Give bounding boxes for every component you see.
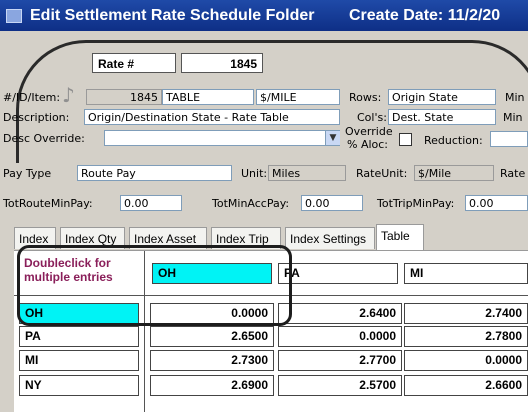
row-header[interactable]: MI <box>19 350 139 371</box>
table-cell[interactable]: 0.0000 <box>404 350 528 371</box>
table-cell[interactable]: 2.6600 <box>404 375 528 396</box>
table-cell[interactable]: 2.6400 <box>278 303 402 324</box>
table-cell[interactable]: 0.0000 <box>278 326 402 347</box>
description-field[interactable]: Origin/Destination State - Rate Table <box>84 109 340 125</box>
table-cell[interactable]: 2.6500 <box>150 326 274 347</box>
desc-override-select[interactable] <box>104 130 340 146</box>
rate-label-box: Rate # <box>92 53 176 73</box>
column-header[interactable]: OH <box>152 263 272 284</box>
table-cell[interactable]: 2.7300 <box>150 350 274 371</box>
tab-index-asset[interactable]: Index Asset <box>129 227 207 249</box>
row-header[interactable]: NY <box>19 375 139 396</box>
grid-divider <box>144 251 145 412</box>
id-item-label: #/ID/Item: <box>3 91 61 104</box>
hint-line-2: multiple entries <box>24 270 113 284</box>
create-date: Create Date: 11/2/20 <box>349 7 501 24</box>
override-label-2: % Aloc: <box>347 138 389 151</box>
table-cell[interactable]: 2.5700 <box>278 375 402 396</box>
rate-table-grid: Doubleclick for multiple entries OH PA M… <box>14 245 528 412</box>
rows-label: Rows: <box>349 91 382 104</box>
column-header[interactable]: MI <box>404 263 528 284</box>
unit-field: Miles <box>268 165 346 181</box>
tab-index-trip[interactable]: Index Trip <box>211 227 281 249</box>
rows-field[interactable]: Origin State <box>388 89 496 105</box>
cols-label: Col's: <box>357 111 387 124</box>
desc-override-label: Desc Override: <box>3 132 85 145</box>
reduction-field[interactable] <box>490 131 528 147</box>
unit-code-field[interactable]: $/MILE <box>256 89 340 105</box>
min-label-1: Min <box>505 91 525 104</box>
doubleclick-hint: Doubleclick for multiple entries <box>24 256 144 284</box>
hint-line-1: Doubleclick for <box>24 256 111 270</box>
music-note-icon: ♪ <box>62 83 75 107</box>
table-cell[interactable]: 2.6900 <box>150 375 274 396</box>
cols-field[interactable]: Dest. State <box>388 109 496 125</box>
tot-min-acc-pay-label: TotMinAccPay: <box>212 197 290 210</box>
tot-min-acc-pay-field[interactable]: 0.00 <box>301 195 363 211</box>
pay-type-field[interactable]: Route Pay <box>77 165 232 181</box>
tab-index-settings[interactable]: Index Settings <box>285 227 375 249</box>
title-bar: Edit Settlement Rate Schedule Folder Cre… <box>0 0 528 31</box>
table-cell[interactable]: 2.7800 <box>404 326 528 347</box>
pay-type-label: Pay Type <box>3 167 52 180</box>
table-cell[interactable]: 2.7700 <box>278 350 402 371</box>
rate-unit-label: RateUnit: <box>356 167 408 180</box>
tab-table[interactable]: Table <box>376 224 424 250</box>
id-field: 1845 <box>86 89 162 105</box>
tot-route-min-pay-label: TotRouteMinPay: <box>3 197 93 210</box>
chevron-down-icon[interactable]: ▼ <box>325 131 340 145</box>
tab-index-qty[interactable]: Index Qty <box>60 227 125 249</box>
rate-number-field[interactable]: 1845 <box>181 53 263 73</box>
grid-divider <box>14 295 528 296</box>
table-cell[interactable]: 0.0000 <box>150 303 274 324</box>
app-icon <box>6 9 22 23</box>
rate-label-cut: Rate <box>500 167 526 180</box>
tot-route-min-pay-field[interactable]: 0.00 <box>120 195 182 211</box>
min-label-2: Min <box>503 111 523 124</box>
description-label: Description: <box>3 111 70 124</box>
tot-trip-min-pay-label: TotTripMinPay: <box>377 197 455 210</box>
unit-label: Unit: <box>241 167 268 180</box>
tot-trip-min-pay-field[interactable]: 0.00 <box>465 195 528 211</box>
reduction-label: Reduction: <box>424 134 483 147</box>
window-title: Edit Settlement Rate Schedule Folder <box>30 7 315 24</box>
row-header[interactable]: OH <box>19 303 139 324</box>
row-header[interactable]: PA <box>19 326 139 347</box>
override-aloc-checkbox[interactable] <box>399 133 412 146</box>
tab-index[interactable]: Index <box>14 227 56 249</box>
column-header[interactable]: PA <box>278 263 398 284</box>
rate-unit-field: $/Mile <box>414 165 494 181</box>
override-label-1: Override <box>345 125 393 138</box>
table-cell[interactable]: 2.7400 <box>404 303 528 324</box>
item-field[interactable]: TABLE <box>162 89 254 105</box>
